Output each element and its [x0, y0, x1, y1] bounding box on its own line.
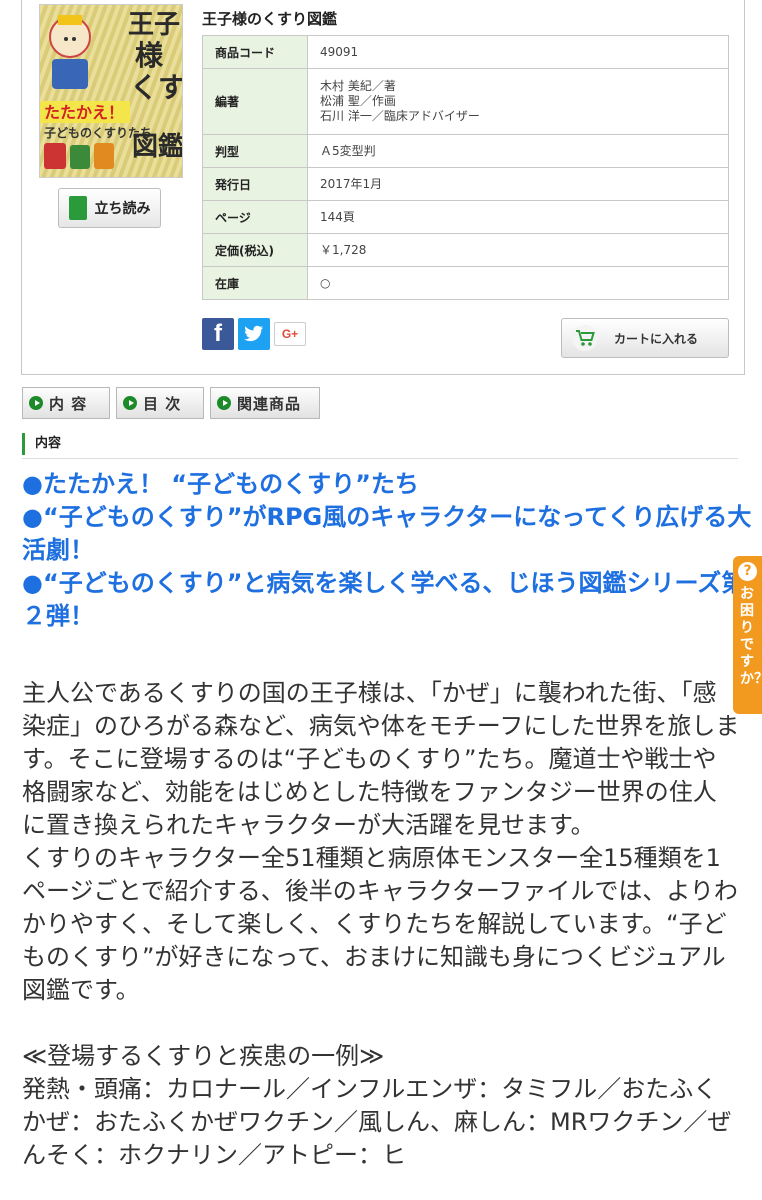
spec-row: 商品コード 49091 [202, 35, 729, 69]
spec-table: 商品コード 49091 編著 木村 美紀／著 松浦 聖／作画 石川 洋一／臨床ア… [202, 35, 729, 300]
googleplus-share-button[interactable]: G+ [274, 322, 306, 346]
content-tabs: 内 容 目 次 関連商品 [22, 387, 320, 419]
spec-value: 49091 [307, 35, 729, 69]
description: 主人公であるくすりの国の王子様は、「かぜ」に襲われた街、「感染症」のひろがる森な… [22, 677, 740, 1172]
twitter-bird-icon [244, 325, 263, 342]
play-icon [29, 396, 43, 410]
spec-label: 定価(税込) [202, 233, 308, 267]
spec-value-price: ￥1,728 [307, 233, 729, 267]
spec-value-stock: ○ [307, 266, 729, 300]
googleplus-icon: G+ [281, 327, 299, 341]
question-icon: ? [738, 562, 757, 581]
highlight-item: ●“子どものくすり”がRPG風のキャラクターになってくり広げる大活劇！ [22, 503, 752, 564]
svg-text:様: 様 [135, 39, 164, 72]
play-icon [217, 396, 231, 410]
spec-row: 判型 Ａ5変型判 [202, 134, 729, 168]
spec-row: 定価(税込) ￥1,728 [202, 233, 729, 267]
tachiyomi-label: 立ち読み [94, 201, 151, 217]
spec-label: 発行日 [202, 167, 308, 201]
tab-label: 関連商品 [237, 394, 302, 413]
spec-row: 編著 木村 美紀／著 松浦 聖／作画 石川 洋一／臨床アドバイザー [202, 68, 729, 135]
play-icon [123, 396, 137, 410]
add-to-cart-label: カートに入れる [614, 331, 699, 346]
spec-label: 商品コード [202, 35, 308, 69]
tab-contents[interactable]: 内 容 [22, 387, 110, 419]
add-to-cart-button[interactable]: カートに入れる [561, 318, 729, 358]
highlights: ●たたかえ！ “子どものくすり”たち ●“子どものくすり”がRPG風のキャラクタ… [22, 468, 752, 633]
spec-row: ページ 144頁 [202, 200, 729, 234]
spec-value: 2017年1月 [307, 167, 729, 201]
tab-label: 内 容 [49, 394, 88, 413]
facebook-icon: f [214, 320, 222, 347]
divider [22, 458, 738, 459]
help-label: お困りですか？ [740, 586, 762, 687]
tachiyomi-button[interactable]: 立ち読み [58, 188, 161, 228]
spec-label: ページ [202, 200, 308, 234]
spec-value-authors: 木村 美紀／著 松浦 聖／作画 石川 洋一／臨床アドバイザー [307, 68, 729, 135]
tab-related[interactable]: 関連商品 [210, 387, 320, 419]
svg-text:図鑑: 図鑑 [132, 131, 182, 162]
spec-label: 在庫 [202, 266, 308, 300]
section-heading: 内容 [22, 433, 61, 455]
book-cover-image[interactable]: 王子 様 くすり たたかえ！ 子どものくすりたち 図鑑 [39, 4, 183, 178]
facebook-share-button[interactable]: f [202, 318, 234, 350]
help-tab[interactable]: ? お困りですか？ [733, 556, 762, 714]
twitter-share-button[interactable] [238, 318, 270, 350]
social-share: f G+ [202, 318, 306, 350]
cover-illustration: 王子 様 くすり たたかえ！ 子どものくすりたち 図鑑 [40, 5, 182, 177]
highlight-item: ●たたかえ！ “子どものくすり”たち [22, 470, 419, 498]
example-list-title: ≪登場するくすりと疾患の一例≫ [22, 1042, 385, 1070]
spec-value: Ａ5変型判 [307, 134, 729, 168]
product-box: 王子 様 くすり たたかえ！ 子どものくすりたち 図鑑 立ち読み 王子様のくすり… [21, 0, 745, 375]
cart-icon [572, 325, 598, 351]
spec-label: 判型 [202, 134, 308, 168]
svg-text:たたかえ！: たたかえ！ [44, 103, 124, 122]
spec-value: 144頁 [307, 200, 729, 234]
tab-toc[interactable]: 目 次 [116, 387, 204, 419]
tab-label: 目 次 [143, 394, 182, 413]
svg-text:王子: 王子 [128, 10, 180, 40]
spec-row: 発行日 2017年1月 [202, 167, 729, 201]
spec-label: 編著 [202, 68, 308, 135]
description-paragraph: くすりのキャラクター全51種類と病原体モンスター全15種類を1ページごとで紹介す… [22, 844, 738, 1004]
product-title: 王子様のくすり図鑑 [202, 10, 338, 28]
example-list-text: 発熱・頭痛：カロナール／インフルエンザ：タミフル／おたふくかぜ：おたふくかぜワク… [22, 1075, 732, 1169]
book-icon [68, 196, 87, 220]
spec-row: 在庫 ○ [202, 266, 729, 300]
highlight-item: ●“子どものくすり”と病気を楽しく学べる、じほう図鑑シリーズ第２弾！ [22, 569, 746, 630]
svg-text:くすり: くすり [130, 71, 182, 104]
description-paragraph: 主人公であるくすりの国の王子様は、「かぜ」に襲われた街、「感染症」のひろがる森な… [22, 679, 740, 839]
